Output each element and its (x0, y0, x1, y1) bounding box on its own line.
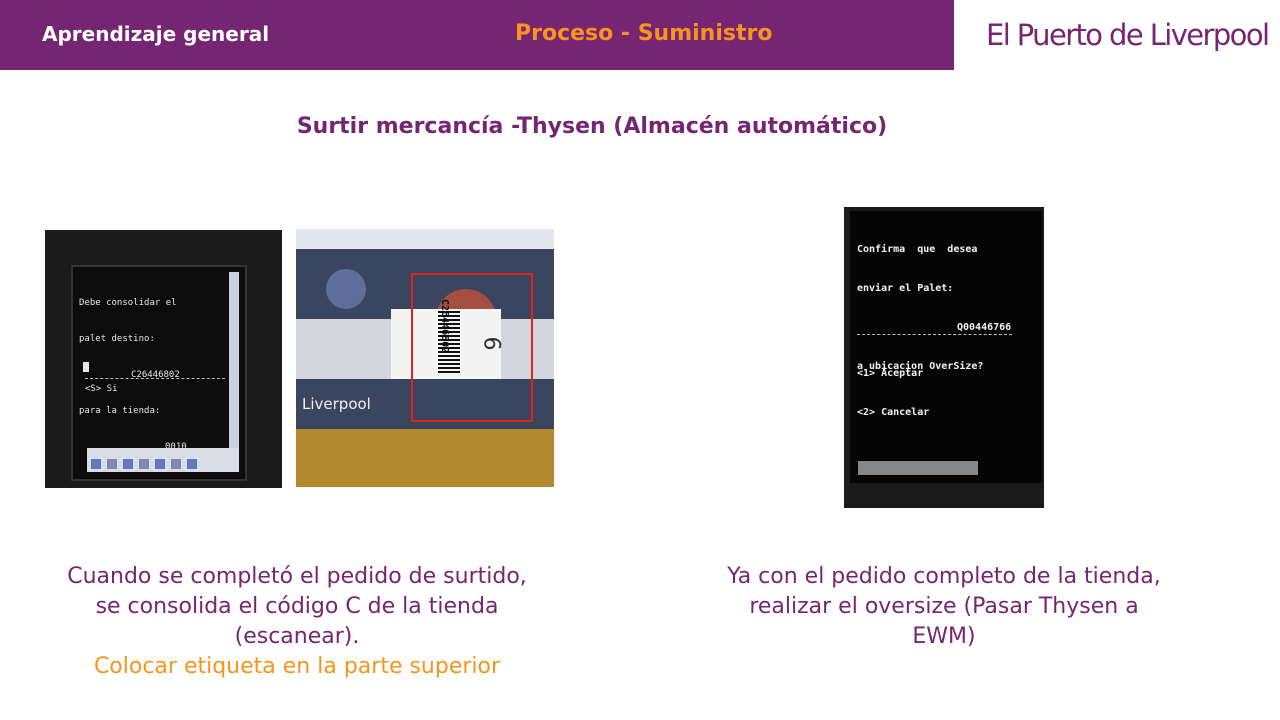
terminal-line: C26446802 (131, 370, 180, 380)
terminal-option: <S> Si (85, 384, 118, 394)
terminal-option: <1> Aceptar (857, 368, 924, 379)
caption-right: Ya con el pedido completo de la tienda, … (727, 564, 1161, 649)
toolbar-icon (139, 459, 149, 469)
terminal-line: para la tienda: (79, 406, 161, 416)
process-label: Proceso - Suministro (515, 21, 773, 46)
brand-logo: El Puerto de Liverpool (986, 18, 1270, 52)
section-label: Aprendizaje general (42, 22, 270, 46)
caption-left: Cuando se completó el pedido de surtido,… (57, 562, 537, 682)
header-bar: Aprendizaje general Proceso - Suministro (0, 0, 954, 70)
terminal-line: Confirma que desea (857, 244, 978, 255)
terminal-line: palet destino: (79, 334, 155, 344)
terminal-line: Q00446766 (957, 322, 1012, 333)
toolbar-icon (91, 459, 101, 469)
caption-left-accent: Colocar etiqueta en la parte superior (93, 654, 501, 679)
terminal-line: Debe consolidar el (79, 298, 177, 308)
toolbar-icon (187, 459, 197, 469)
terminal-option: <2> Cancelar (857, 407, 930, 418)
toolbar-icon (155, 459, 165, 469)
toolbar-icon (123, 459, 133, 469)
photo-terminal-consolidate: Debe consolidar el palet destino: C26446… (45, 230, 282, 488)
photo-terminal-oversize: Confirma que desea enviar el Palet: Q004… (844, 207, 1044, 508)
terminal-line: enviar el Palet: (857, 283, 954, 294)
caption-left-main: Cuando se completó el pedido de surtido,… (67, 564, 527, 649)
photo-package-label: C26446802 6 Liverpool (296, 229, 554, 487)
slide-title: Surtir mercancía -Thysen (Almacén automá… (296, 114, 888, 139)
package-brand-text: Liverpool (302, 395, 371, 413)
toolbar-icon (171, 459, 181, 469)
toolbar-icon (107, 459, 117, 469)
